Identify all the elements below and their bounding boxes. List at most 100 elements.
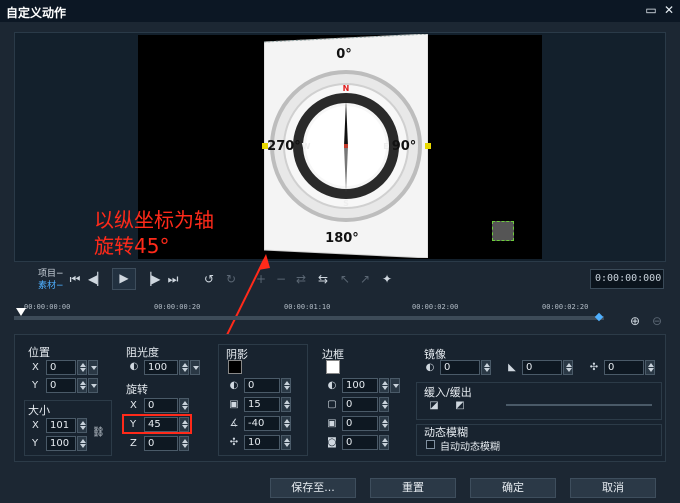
border-corner-icon: ▢ <box>327 399 337 410</box>
mirror-distance-stepper[interactable] <box>645 360 655 375</box>
rotation-z-stepper[interactable] <box>179 436 189 451</box>
size-y-stepper[interactable] <box>77 436 87 451</box>
timeline-track[interactable] <box>14 316 604 320</box>
size-x-label: X <box>32 420 39 431</box>
ease-label: 缓入/缓出 <box>424 386 472 399</box>
rotation-x-stepper[interactable] <box>179 398 189 413</box>
border-opacity-dropdown[interactable] <box>390 378 400 393</box>
shadow-angle-input[interactable]: -40 <box>244 416 280 431</box>
opacity-dropdown[interactable] <box>190 360 200 375</box>
playhead[interactable] <box>16 308 26 316</box>
position-x-input[interactable]: 0 <box>46 360 76 375</box>
previous-frame-icon[interactable]: ◀▏ <box>88 270 106 288</box>
ease-slider[interactable] <box>506 404 652 406</box>
link-aspect-icon[interactable]: ⛓ <box>92 427 105 439</box>
undo-icon[interactable]: ↺ <box>200 270 218 288</box>
border-softness-icon: ◙ <box>327 437 337 448</box>
rotation-z-input[interactable]: 0 <box>144 436 178 451</box>
annotation-line-2: 旋转45° <box>94 234 170 258</box>
go-to-start-icon[interactable]: ⏮ <box>66 270 84 288</box>
opacity-input[interactable]: 100 <box>144 360 178 375</box>
rotation-y-input[interactable]: 45 <box>144 417 178 432</box>
mirror-fade-icon: ◣ <box>508 362 516 373</box>
compass-w-label: W <box>302 142 311 151</box>
go-to-end-icon[interactable]: ⏭ <box>164 270 182 288</box>
size-y-input[interactable]: 100 <box>46 436 76 451</box>
mirror-opacity-stepper[interactable] <box>481 360 491 375</box>
position-x-dropdown[interactable] <box>88 360 98 375</box>
border-width-icon: ▣ <box>327 418 337 429</box>
border-width-stepper[interactable] <box>379 416 389 431</box>
save-to-button[interactable]: 保存至... <box>270 478 356 498</box>
size-x-input[interactable]: 101 <box>46 418 76 433</box>
mirror-opacity-input[interactable]: 0 <box>440 360 480 375</box>
keyframe-menu-icon[interactable]: ✦ <box>378 270 396 288</box>
shadow-blur-stepper[interactable] <box>281 397 291 412</box>
border-color-swatch[interactable] <box>326 360 340 374</box>
maximize-icon[interactable]: ▭ <box>644 3 658 17</box>
border-width-input[interactable]: 0 <box>342 416 378 431</box>
ok-button[interactable]: 确定 <box>470 478 556 498</box>
border-corner-input[interactable]: 0 <box>342 397 378 412</box>
mirror-fade-stepper[interactable] <box>563 360 573 375</box>
compass-270-label: 270° <box>267 139 301 154</box>
move-right-icon[interactable]: ↗ <box>356 270 374 288</box>
tick-label: 00:00:00:20 <box>154 303 201 311</box>
shadow-color-swatch[interactable] <box>228 360 242 374</box>
auto-motion-blur-label: 自动动态模糊 <box>440 442 500 453</box>
border-opacity-stepper[interactable] <box>379 378 389 393</box>
tick-label: 00:00:01:10 <box>284 303 331 311</box>
left-handle[interactable] <box>262 143 268 149</box>
shadow-blur-input[interactable]: 15 <box>244 397 280 412</box>
close-icon[interactable]: ✕ <box>662 3 676 17</box>
shadow-angle-icon: ∡ <box>229 418 239 429</box>
rotation-x-input[interactable]: 0 <box>144 398 178 413</box>
compass-image[interactable]: N S E W 0° 90° 270° 180° <box>263 33 429 259</box>
redo-icon[interactable]: ↻ <box>222 270 240 288</box>
remove-keyframe-icon[interactable]: − <box>272 270 290 288</box>
mirror-opacity-icon: ◐ <box>425 362 435 373</box>
timecode-field[interactable]: 0:00:00:000 <box>590 269 664 289</box>
next-frame-icon[interactable]: ▕▶ <box>142 270 160 288</box>
position-x-stepper[interactable] <box>77 360 87 375</box>
shadow-opacity-stepper[interactable] <box>281 378 291 393</box>
rotation-y-stepper[interactable] <box>179 417 189 432</box>
ease-out-icon[interactable]: ◩ <box>454 400 466 412</box>
flip-keyframe-icon[interactable]: ⇄ <box>292 270 310 288</box>
position-y-stepper[interactable] <box>77 378 87 393</box>
rotation-label: 旋转 <box>126 383 148 396</box>
size-x-stepper[interactable] <box>77 418 87 433</box>
play-icon[interactable]: ▶ <box>112 268 136 290</box>
border-softness-input[interactable]: 0 <box>342 435 378 450</box>
mirror-distance-input[interactable]: 0 <box>604 360 644 375</box>
pivot-marker[interactable] <box>492 221 514 241</box>
clip-mode-label[interactable]: 素材− <box>38 278 64 291</box>
compass-s-label: S <box>343 199 349 208</box>
size-y-label: Y <box>32 438 39 449</box>
shadow-opacity-input[interactable]: 0 <box>244 378 280 393</box>
zoom-out-icon[interactable]: ⊖ <box>648 312 666 330</box>
cancel-button[interactable]: 取消 <box>570 478 656 498</box>
mirror-fade-input[interactable]: 0 <box>522 360 562 375</box>
right-handle[interactable] <box>425 143 431 149</box>
position-y-dropdown[interactable] <box>88 378 98 393</box>
shadow-angle-stepper[interactable] <box>281 416 291 431</box>
opacity-icon: ◐ <box>129 361 139 372</box>
shadow-distance-input[interactable]: 10 <box>244 435 280 450</box>
reset-button[interactable]: 重置 <box>370 478 456 498</box>
opacity-stepper[interactable] <box>179 360 189 375</box>
auto-motion-blur-checkbox[interactable] <box>426 440 435 449</box>
ease-in-icon[interactable]: ◪ <box>428 400 440 412</box>
reverse-icon[interactable]: ⇆ <box>314 270 332 288</box>
zoom-in-icon[interactable]: ⊕ <box>626 312 644 330</box>
border-opacity-input[interactable]: 100 <box>342 378 378 393</box>
position-y-input[interactable]: 0 <box>46 378 76 393</box>
add-keyframe-icon[interactable]: + <box>252 270 270 288</box>
position-y-label: Y <box>32 380 39 391</box>
shadow-distance-icon: ✣ <box>229 437 239 448</box>
shadow-distance-stepper[interactable] <box>281 435 291 450</box>
title-bar <box>0 0 680 22</box>
border-corner-stepper[interactable] <box>379 397 389 412</box>
border-softness-stepper[interactable] <box>379 435 389 450</box>
move-left-icon[interactable]: ↖ <box>336 270 354 288</box>
